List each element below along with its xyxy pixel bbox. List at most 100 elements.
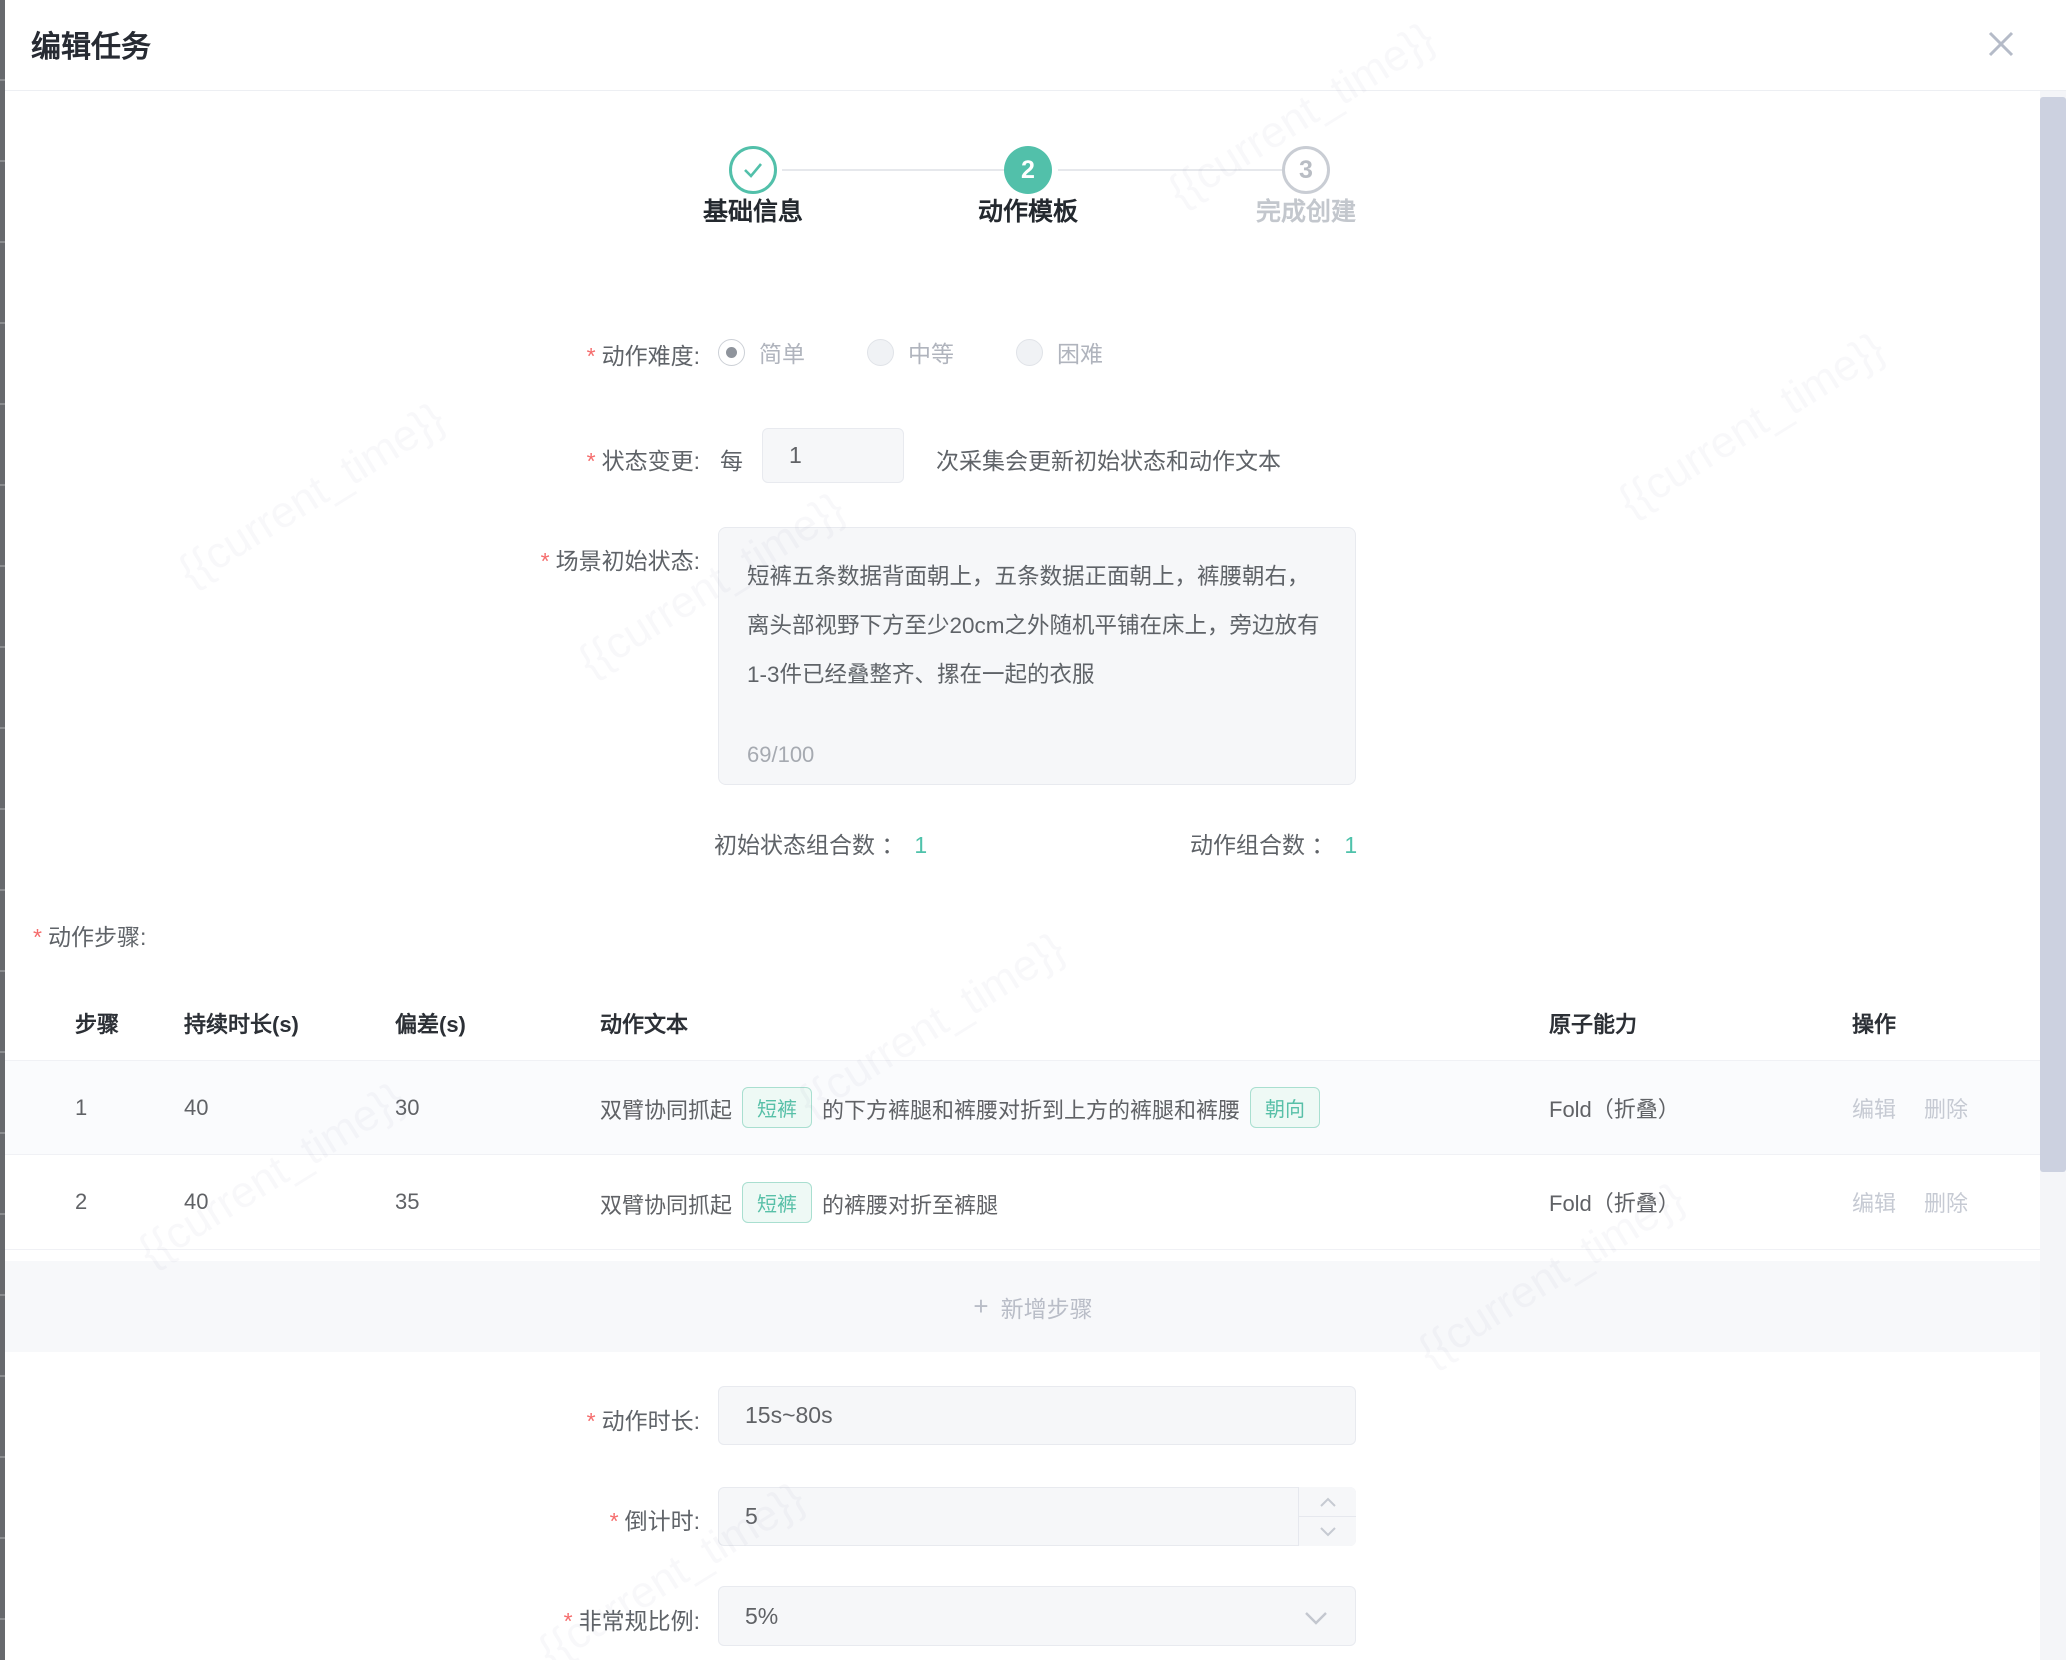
unusual-ratio-label: *非常规比例: (0, 1602, 700, 1636)
action-duration-label-text: 动作时长: (602, 1408, 700, 1434)
action-text-part: 双臂协同抓起 (600, 1193, 732, 1218)
chevron-up-icon (1319, 1496, 1337, 1508)
countdown-stepper (1298, 1487, 1356, 1546)
required-asterisk: * (587, 343, 596, 369)
radio-selected-icon (718, 339, 745, 366)
step-2-number: 2 (1021, 156, 1035, 185)
action-text-part: 的裤腰对折至裤腿 (822, 1193, 998, 1218)
state-change-input[interactable] (763, 429, 903, 482)
difficulty-radio-medium[interactable]: 中等 (867, 335, 954, 369)
chevron-down-icon (1303, 1610, 1329, 1626)
delete-button[interactable]: 删除 (1924, 1097, 1968, 1122)
row1-step: 1 (75, 1095, 184, 1121)
unusual-ratio-select[interactable] (718, 1586, 1356, 1646)
countdown-label: *倒计时: (0, 1502, 700, 1536)
required-asterisk: * (587, 448, 596, 474)
countdown-input[interactable] (719, 1488, 1355, 1545)
state-change-prefix: 每 (720, 442, 743, 476)
row1-duration: 40 (184, 1095, 395, 1121)
delete-button[interactable]: 删除 (1924, 1191, 1968, 1216)
difficulty-radio-easy[interactable]: 简单 (718, 335, 805, 369)
initial-combo-count: 初始状态组合数 ：1 (714, 826, 927, 860)
action-combo-count: 动作组合数 ： 1 (1190, 826, 1357, 860)
header-capability: 原子能力 (1549, 1007, 1852, 1039)
action-duration-input[interactable] (719, 1387, 1355, 1444)
state-change-label: *状态变更: (0, 442, 700, 476)
check-icon (741, 158, 765, 182)
dialog-header: 编辑任务 (5, 0, 2066, 91)
radio-medium-label: 中等 (908, 335, 954, 369)
edit-button[interactable]: 编辑 (1852, 1097, 1896, 1122)
dialog-title: 编辑任务 (31, 22, 151, 66)
scrollbar-thumb[interactable] (2040, 97, 2066, 1172)
scene-initial-state-value: 短裤五条数据背面朝上，五条数据正面朝上，裤腰朝右，离头部视野下方至少20cm之外… (747, 552, 1329, 699)
plus-icon: + (973, 1291, 988, 1322)
scene-initial-state-label-text: 场景初始状态: (556, 548, 700, 574)
action-combo-label: 动作组合数 ： (1190, 832, 1334, 858)
required-asterisk: * (610, 1508, 619, 1534)
increment-button[interactable] (1298, 1487, 1356, 1516)
close-icon[interactable] (1982, 25, 2020, 63)
row1-capability: Fold（折叠） (1549, 1092, 1852, 1124)
difficulty-radio-group: 简单 中等 困难 (718, 335, 1165, 369)
action-text-part: 的下方裤腿和裤腰对折到上方的裤腿和裤腰 (822, 1098, 1240, 1123)
required-asterisk: * (33, 924, 42, 950)
edit-button[interactable]: 编辑 (1852, 1191, 1896, 1216)
required-asterisk: * (541, 548, 550, 574)
difficulty-label-text: 动作难度: (602, 343, 700, 369)
step-2-label: 动作模板 (898, 192, 1158, 228)
steps-table-header: 步骤 持续时长(s) 偏差(s) 动作文本 原子能力 操作 (0, 985, 2066, 1060)
step-1-circle-done[interactable] (729, 146, 777, 194)
step-3-circle-pending[interactable]: 3 (1282, 146, 1330, 194)
step-3-label: 完成创建 (1176, 192, 1436, 228)
difficulty-label: *动作难度: (0, 337, 700, 371)
header-action-text: 动作文本 (600, 1007, 1549, 1039)
step-3-number: 3 (1299, 156, 1313, 185)
watermark-text: {{current_time}} (1610, 323, 1894, 526)
header-operations: 操作 (1852, 1007, 2066, 1039)
row1-operations: 编辑 删除 (1852, 1092, 2066, 1124)
orientation-tag: 朝向 (1250, 1087, 1320, 1128)
radio-unselected-icon (1016, 339, 1043, 366)
state-change-label-text: 状态变更: (602, 448, 700, 474)
row2-step: 2 (75, 1189, 184, 1215)
row1-deviation: 30 (395, 1095, 600, 1121)
scene-initial-state-textarea[interactable]: 短裤五条数据背面朝上，五条数据正面朝上，裤腰朝右，离头部视野下方至少20cm之外… (718, 527, 1356, 785)
scene-initial-state-label: *场景初始状态: (0, 542, 700, 576)
table-row-2: 2 40 35 双臂协同抓起短裤的裤腰对折至裤腿 Fold（折叠） 编辑删除 (0, 1155, 2066, 1250)
required-asterisk: * (587, 1408, 596, 1434)
page-edge-strip (0, 0, 5, 1660)
action-steps-label: *动作步骤: (33, 918, 146, 952)
object-tag: 短裤 (742, 1182, 812, 1223)
add-step-label: 新增步骤 (1001, 1290, 1093, 1324)
header-duration: 持续时长(s) (184, 1007, 395, 1039)
add-step-button[interactable]: + 新增步骤 (0, 1261, 2066, 1352)
stepper-connector (782, 169, 1006, 171)
initial-combo-value: 1 (914, 832, 927, 858)
action-duration-label: *动作时长: (0, 1402, 700, 1436)
required-asterisk: * (564, 1608, 573, 1634)
header-step: 步骤 (75, 1007, 184, 1039)
row1-action-text: 双臂协同抓起短裤的下方裤腿和裤腰对折到上方的裤腿和裤腰朝向 (600, 1087, 1549, 1128)
radio-easy-label: 简单 (759, 335, 805, 369)
decrement-button[interactable] (1298, 1516, 1356, 1546)
close-x-glyph (1984, 27, 2018, 61)
state-change-suffix: 次采集会更新初始状态和动作文本 (936, 442, 1281, 476)
action-combo-value: 1 (1344, 832, 1357, 858)
step-1-label: 基础信息 (623, 192, 883, 228)
char-counter: 69/100 (747, 742, 814, 768)
difficulty-radio-hard[interactable]: 困难 (1016, 335, 1103, 369)
action-steps-label-text: 动作步骤: (48, 924, 146, 950)
select-chevron-down-icon[interactable] (1298, 1600, 1334, 1636)
row2-action-text: 双臂协同抓起短裤的裤腰对折至裤腿 (600, 1182, 1549, 1223)
state-change-input-box (762, 428, 904, 483)
row2-operations: 编辑 删除 (1852, 1186, 2066, 1218)
row2-deviation: 35 (395, 1189, 600, 1215)
action-duration-input-box (718, 1386, 1356, 1445)
chevron-down-icon (1319, 1526, 1337, 1538)
countdown-label-text: 倒计时: (625, 1508, 700, 1534)
radio-unselected-icon (867, 339, 894, 366)
table-row-1: 1 40 30 双臂协同抓起短裤的下方裤腿和裤腰对折到上方的裤腿和裤腰朝向 Fo… (0, 1060, 2066, 1155)
stepper-connector (1058, 169, 1282, 171)
step-2-circle-active[interactable]: 2 (1004, 146, 1052, 194)
